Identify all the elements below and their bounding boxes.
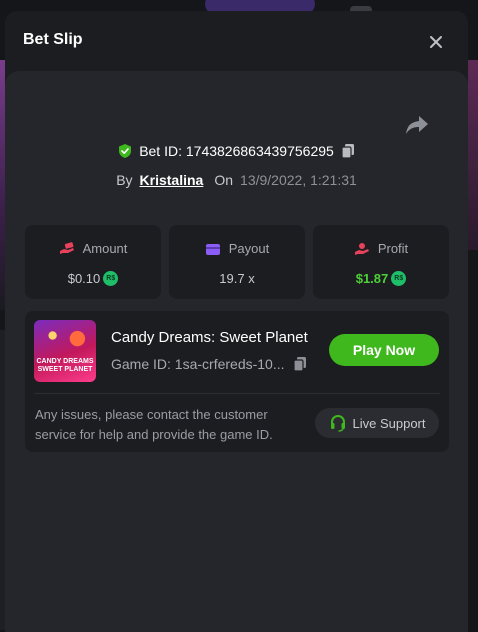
wallet-icon <box>205 243 220 255</box>
close-button[interactable] <box>426 32 446 52</box>
modal-title: Bet Slip <box>23 31 83 48</box>
thumbnail-title-line1: CANDY DREAMS <box>36 358 94 365</box>
profit-value: $1.87 <box>355 271 389 286</box>
background-banner-right <box>468 60 478 250</box>
payout-label: Payout <box>228 241 270 256</box>
bet-datetime: 13/9/2022, 1:21:31 <box>240 172 357 188</box>
live-support-button[interactable]: Live Support <box>315 408 439 438</box>
live-support-label: Live Support <box>352 415 426 431</box>
support-notice: Any issues, please contact the customer … <box>35 407 273 442</box>
amount-label: Amount <box>82 241 128 256</box>
game-thumbnail[interactable]: CANDY DREAMS SWEET PLANET <box>34 320 96 382</box>
copy-icon[interactable] <box>340 143 356 159</box>
payout-card: Payout 19.7 x <box>169 225 305 299</box>
copy-icon[interactable] <box>292 356 307 372</box>
bet-details-panel: Bet ID: 1743826863439756295 By Kristalin… <box>5 71 468 632</box>
bet-stats: Amount $0.10 R$ Payout 19.7 x Profit $1.… <box>25 225 449 299</box>
payout-value: 19.7 x <box>219 271 255 286</box>
bet-id-row: Bet ID: 1743826863439756295 <box>5 143 468 163</box>
share-icon <box>406 116 428 134</box>
thumbnail-title-line2: SWEET PLANET <box>37 366 93 373</box>
game-card: CANDY DREAMS SWEET PLANET Candy Dreams: … <box>25 311 449 452</box>
shield-check-icon <box>119 144 132 158</box>
profit-hand-icon <box>354 242 369 255</box>
play-now-button[interactable]: Play Now <box>329 334 439 366</box>
game-title: Candy Dreams: Sweet Planet <box>111 329 308 346</box>
by-label: By <box>116 172 133 188</box>
game-id-row: Game ID: 1sa-crfereds-10... <box>111 356 307 372</box>
on-label: On <box>214 172 234 188</box>
profit-label: Profit <box>377 241 409 256</box>
game-id: Game ID: 1sa-crfereds-10... <box>111 356 285 372</box>
currency-coin-icon: R$ <box>391 271 407 286</box>
profit-card: Profit $1.87 R$ <box>313 225 449 299</box>
bet-meta-row: By Kristalina On 13/9/2022, 1:21:31 <box>5 172 468 188</box>
money-hand-icon <box>59 241 74 254</box>
share-button[interactable] <box>404 114 430 136</box>
bet-id: Bet ID: 1743826863439756295 <box>139 143 334 159</box>
amount-value: $0.10 <box>67 271 101 286</box>
divider <box>34 393 440 394</box>
currency-coin-icon: R$ <box>103 271 119 286</box>
username-link[interactable]: Kristalina <box>140 172 204 188</box>
amount-card: Amount $0.10 R$ <box>25 225 161 299</box>
headset-icon <box>330 414 345 432</box>
bet-slip-modal: Bet Slip Bet ID: 1743826863439756295 By … <box>5 11 468 632</box>
close-icon <box>430 36 442 48</box>
